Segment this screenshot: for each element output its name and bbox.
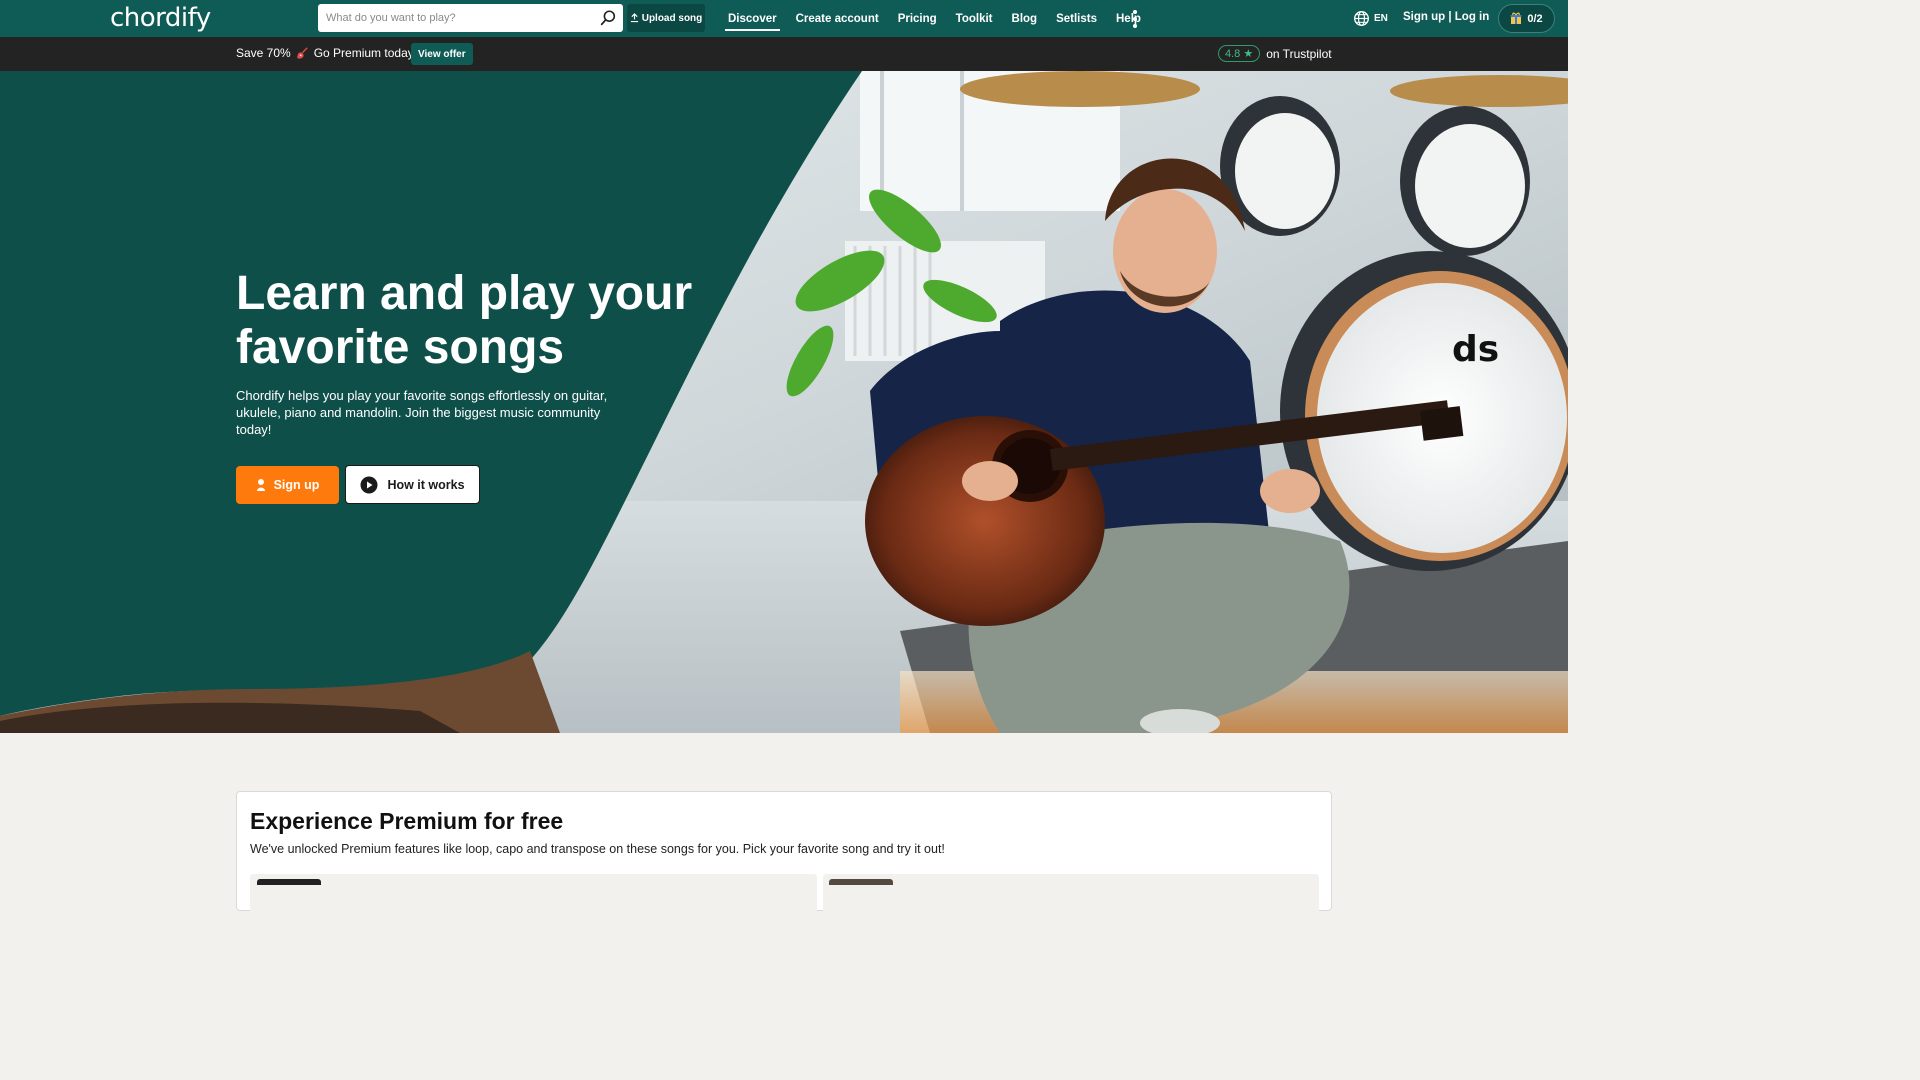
signup-login-link[interactable]: Sign up | Log in xyxy=(1403,11,1489,23)
hero-section: ds Learn and play your favorite songs Ch… xyxy=(0,71,1568,733)
nav-toolkit[interactable]: Toolkit xyxy=(956,13,993,25)
nav-discover[interactable]: Discover xyxy=(725,13,780,31)
nav-blog[interactable]: Blog xyxy=(1012,13,1038,25)
gift-icon xyxy=(1510,12,1522,24)
premium-free-card: Experience Premium for free We've unlock… xyxy=(236,791,1332,914)
trustpilot-label: on Trustpilot xyxy=(1266,46,1332,61)
hero-subtitle: Chordify helps you play your favorite so… xyxy=(236,388,608,437)
promo-bar: Save 70% Go Premium today! View offer 4.… xyxy=(0,37,1568,71)
user-icon xyxy=(256,479,265,491)
view-offer-button[interactable]: View offer xyxy=(411,43,473,65)
song-tile[interactable] xyxy=(250,874,817,914)
gift-counter-button[interactable]: 0/2 xyxy=(1498,4,1555,33)
save-percent-text: Save 70% xyxy=(236,46,291,60)
top-navigation: chordify What do you want to play? Uploa… xyxy=(0,0,1568,37)
guitar-icon xyxy=(296,46,308,59)
chordify-logo[interactable]: chordify xyxy=(110,3,211,33)
premium-description: We've unlocked Premium features like loo… xyxy=(250,842,945,856)
trustpilot-rating: 4.8 ★ xyxy=(1218,45,1261,62)
play-icon xyxy=(360,476,378,493)
song-thumbnail xyxy=(257,879,321,885)
search-input[interactable]: What do you want to play? xyxy=(318,4,623,32)
upload-icon xyxy=(630,13,638,23)
song-tile[interactable] xyxy=(823,874,1319,914)
hero-title: Learn and play your favorite songs xyxy=(236,267,693,374)
globe-icon xyxy=(1354,11,1369,26)
search-icon[interactable] xyxy=(599,9,617,27)
main-nav: Discover Create account Pricing Toolkit … xyxy=(725,0,1141,37)
go-premium-text: Go Premium today! xyxy=(313,46,418,60)
nav-pricing[interactable]: Pricing xyxy=(898,13,937,25)
trustpilot-badge[interactable]: 4.8 ★ on Trustpilot xyxy=(1218,45,1332,62)
nav-setlists[interactable]: Setlists xyxy=(1056,13,1097,25)
how-it-works-button[interactable]: How it works xyxy=(345,465,480,504)
premium-title: Experience Premium for free xyxy=(250,808,564,834)
signup-label: Sign up xyxy=(273,478,320,492)
language-label: EN xyxy=(1374,13,1388,24)
upload-song-label: Upload song xyxy=(641,12,703,24)
promo-text: Save 70% Go Premium today! xyxy=(236,46,417,60)
more-menu-icon[interactable] xyxy=(1130,10,1140,28)
hero-signup-button[interactable]: Sign up xyxy=(236,466,339,504)
nav-create-account[interactable]: Create account xyxy=(796,13,879,25)
upload-song-button[interactable]: Upload song xyxy=(627,4,705,32)
song-thumbnail xyxy=(829,879,893,885)
gift-count: 0/2 xyxy=(1527,12,1543,25)
search-placeholder: What do you want to play? xyxy=(326,12,456,24)
how-it-works-label: How it works xyxy=(387,477,465,492)
language-selector[interactable]: EN xyxy=(1353,10,1388,27)
